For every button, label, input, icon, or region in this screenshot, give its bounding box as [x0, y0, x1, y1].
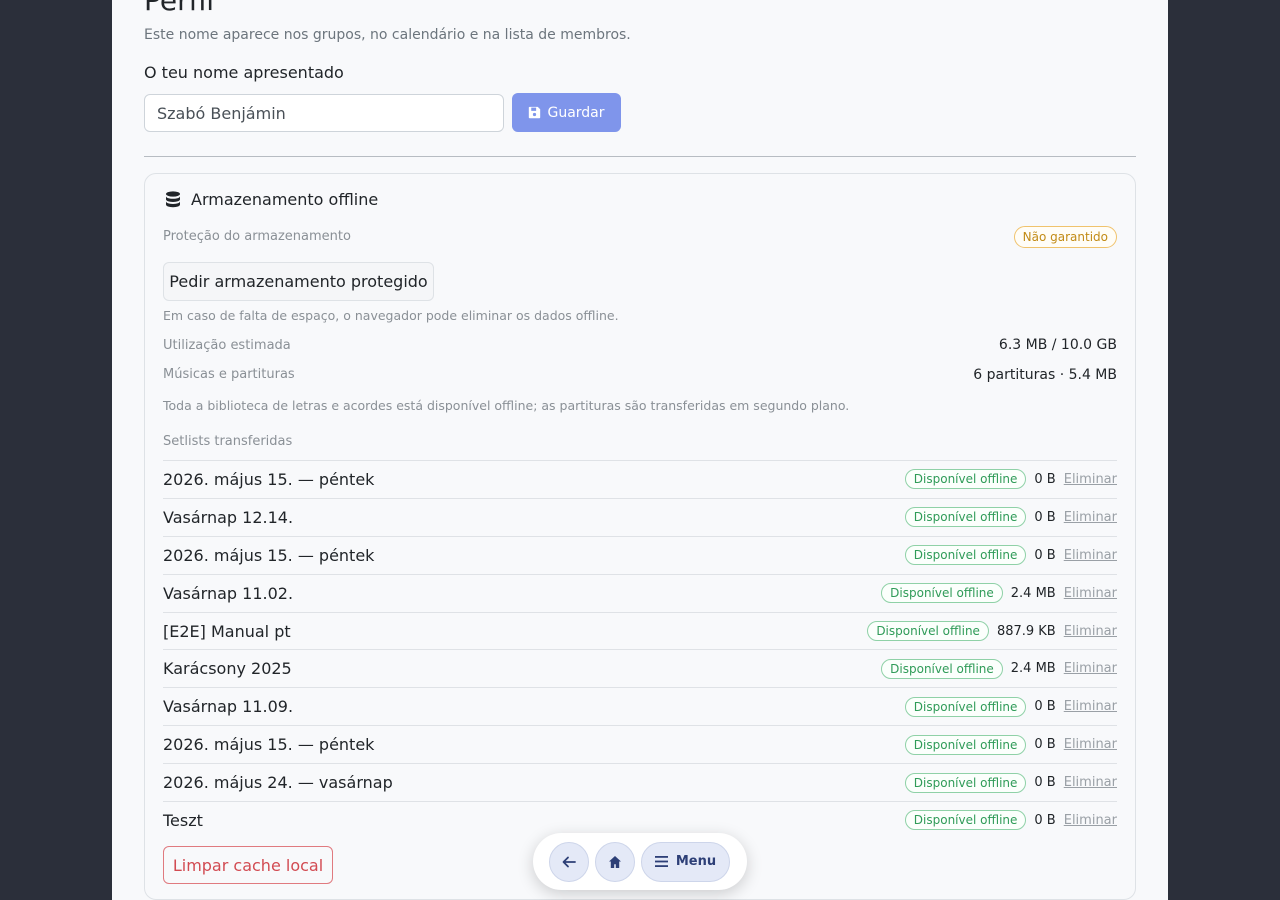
delete-setlist-link[interactable]: Eliminar: [1064, 661, 1117, 676]
back-button[interactable]: [549, 841, 589, 882]
offline-status-badge: Disponível offline: [904, 507, 1027, 528]
setlist-size: 0 B: [1034, 547, 1056, 563]
offline-storage-card: Armazenamento offline Proteção do armaze…: [144, 173, 1136, 900]
setlist-row: 2026. május 15. — péntek Disponível offli…: [163, 460, 1117, 498]
home-button[interactable]: [595, 841, 635, 882]
delete-setlist-link[interactable]: Eliminar: [1064, 624, 1117, 639]
delete-setlist-link[interactable]: Eliminar: [1064, 586, 1117, 601]
protection-label: Proteção do armazenamento: [163, 229, 351, 244]
bottom-nav: Menu: [533, 833, 747, 890]
music-value: 6 partituras · 5.4 MB: [973, 367, 1117, 383]
menu-label: Menu: [675, 854, 717, 869]
save-button-label: Guardar: [547, 104, 605, 121]
usage-label: Utilização estimada: [163, 338, 291, 353]
setlist-size: 2.4 MB: [1010, 585, 1056, 601]
floppy-disk-icon: [529, 106, 541, 119]
setlist-size: 0 B: [1034, 737, 1056, 753]
delete-setlist-link[interactable]: Eliminar: [1064, 472, 1117, 487]
display-name-label: O teu nome apresentado: [144, 63, 344, 82]
database-icon: [166, 191, 180, 208]
offline-status-badge: Disponível offline: [881, 583, 1003, 604]
card-header: Armazenamento offline: [165, 190, 378, 209]
setlist-row: [E2E] Manual pt Disponível offline 887.9 K…: [163, 611, 1117, 650]
setlist-name: [E2E] Manual pt: [163, 621, 291, 641]
setlist-size: 887.9 KB: [996, 623, 1056, 639]
setlist-name: 2026. május 15. — péntek: [163, 469, 375, 489]
offline-status-badge: Disponível offline: [881, 658, 1003, 679]
menu-button[interactable]: Menu: [641, 841, 730, 882]
delete-setlist-link[interactable]: Eliminar: [1064, 699, 1117, 714]
setlist-name: Teszt: [163, 810, 203, 830]
protection-status-badge: Não garantido: [1013, 226, 1117, 248]
setlist-row: 2026. május 15. — péntek Disponível offli…: [163, 535, 1117, 574]
setlist-name: Vasárnap 11.02.: [163, 583, 294, 603]
setlist-name: 2026. május 15. — péntek: [163, 735, 375, 755]
setlist-list: 2026. május 15. — péntek Disponível offli…: [163, 460, 1117, 839]
setlist-row: 2026. május 15. — péntek Disponível offli…: [163, 725, 1117, 763]
setlist-size: 0 B: [1034, 509, 1056, 525]
offline-status-badge: Disponível offline: [867, 621, 989, 641]
profile-page: Perfil Este nome aparece nos grupos, no …: [112, 0, 1168, 900]
setlist-name: Karácsony 2025: [163, 659, 292, 679]
setlist-name: 2026. május 15. — péntek: [163, 545, 375, 565]
setlists-label: Setlists transferidas: [163, 434, 293, 449]
setlist-name: Vasárnap 11.09.: [163, 697, 294, 717]
clear-local-cache-button[interactable]: Limpar cache local: [163, 846, 333, 884]
display-name-input[interactable]: [144, 94, 504, 132]
home-icon: [609, 855, 621, 868]
request-protected-storage-button[interactable]: Pedir armazenamento protegido: [163, 262, 434, 301]
protect-note: Em caso de falta de espaço, o navegador …: [163, 308, 619, 323]
setlist-size: 0 B: [1034, 471, 1056, 487]
page-title: Perfil: [144, 0, 215, 17]
page-subtitle: Este nome aparece nos grupos, no calendá…: [144, 27, 631, 43]
library-note: Toda a biblioteca de letras e acordes es…: [163, 398, 850, 413]
setlist-row: Vasárnap 11.09. Disponível offline 0 B Elim…: [163, 687, 1117, 725]
offline-status-badge: Disponível offline: [904, 545, 1027, 566]
setlist-row: Vasárnap 12.14. Disponível offline 0 B Elim…: [163, 497, 1117, 536]
delete-setlist-link[interactable]: Eliminar: [1064, 737, 1117, 752]
setlist-size: 2.4 MB: [1010, 661, 1056, 677]
section-divider: [144, 156, 1136, 157]
offline-status-badge: Disponível offline: [904, 772, 1027, 793]
setlist-name: Vasárnap 12.14.: [163, 507, 294, 527]
setlist-row: 2026. május 24. — vasárnap Disponível off…: [163, 763, 1117, 801]
delete-setlist-link[interactable]: Eliminar: [1064, 813, 1117, 828]
delete-setlist-link[interactable]: Eliminar: [1064, 775, 1117, 790]
setlist-size: 0 B: [1034, 775, 1056, 791]
offline-status-badge: Disponível offline: [904, 469, 1027, 490]
hamburger-icon: [654, 856, 668, 867]
delete-setlist-link[interactable]: Eliminar: [1064, 548, 1117, 563]
setlist-name: 2026. május 24. — vasárnap: [163, 773, 393, 793]
setlist-size: 0 B: [1034, 812, 1056, 828]
delete-setlist-link[interactable]: Eliminar: [1064, 510, 1117, 525]
arrow-left-icon: [562, 856, 576, 867]
setlist-row: Vasárnap 11.02. Disponível offline 2.4 MB E…: [163, 573, 1117, 612]
setlist-size: 0 B: [1034, 699, 1056, 715]
save-button[interactable]: Guardar: [512, 93, 621, 132]
usage-value: 6.3 MB / 10.0 GB: [998, 337, 1117, 353]
setlist-row: Karácsony 2025 Disponível offline 2.4 MB El…: [163, 649, 1117, 687]
offline-status-badge: Disponível offline: [904, 696, 1027, 717]
offline-status-badge: Disponível offline: [904, 810, 1027, 831]
music-label: Músicas e partituras: [163, 367, 295, 382]
card-title: Armazenamento offline: [191, 190, 379, 209]
offline-status-badge: Disponível offline: [904, 734, 1027, 755]
